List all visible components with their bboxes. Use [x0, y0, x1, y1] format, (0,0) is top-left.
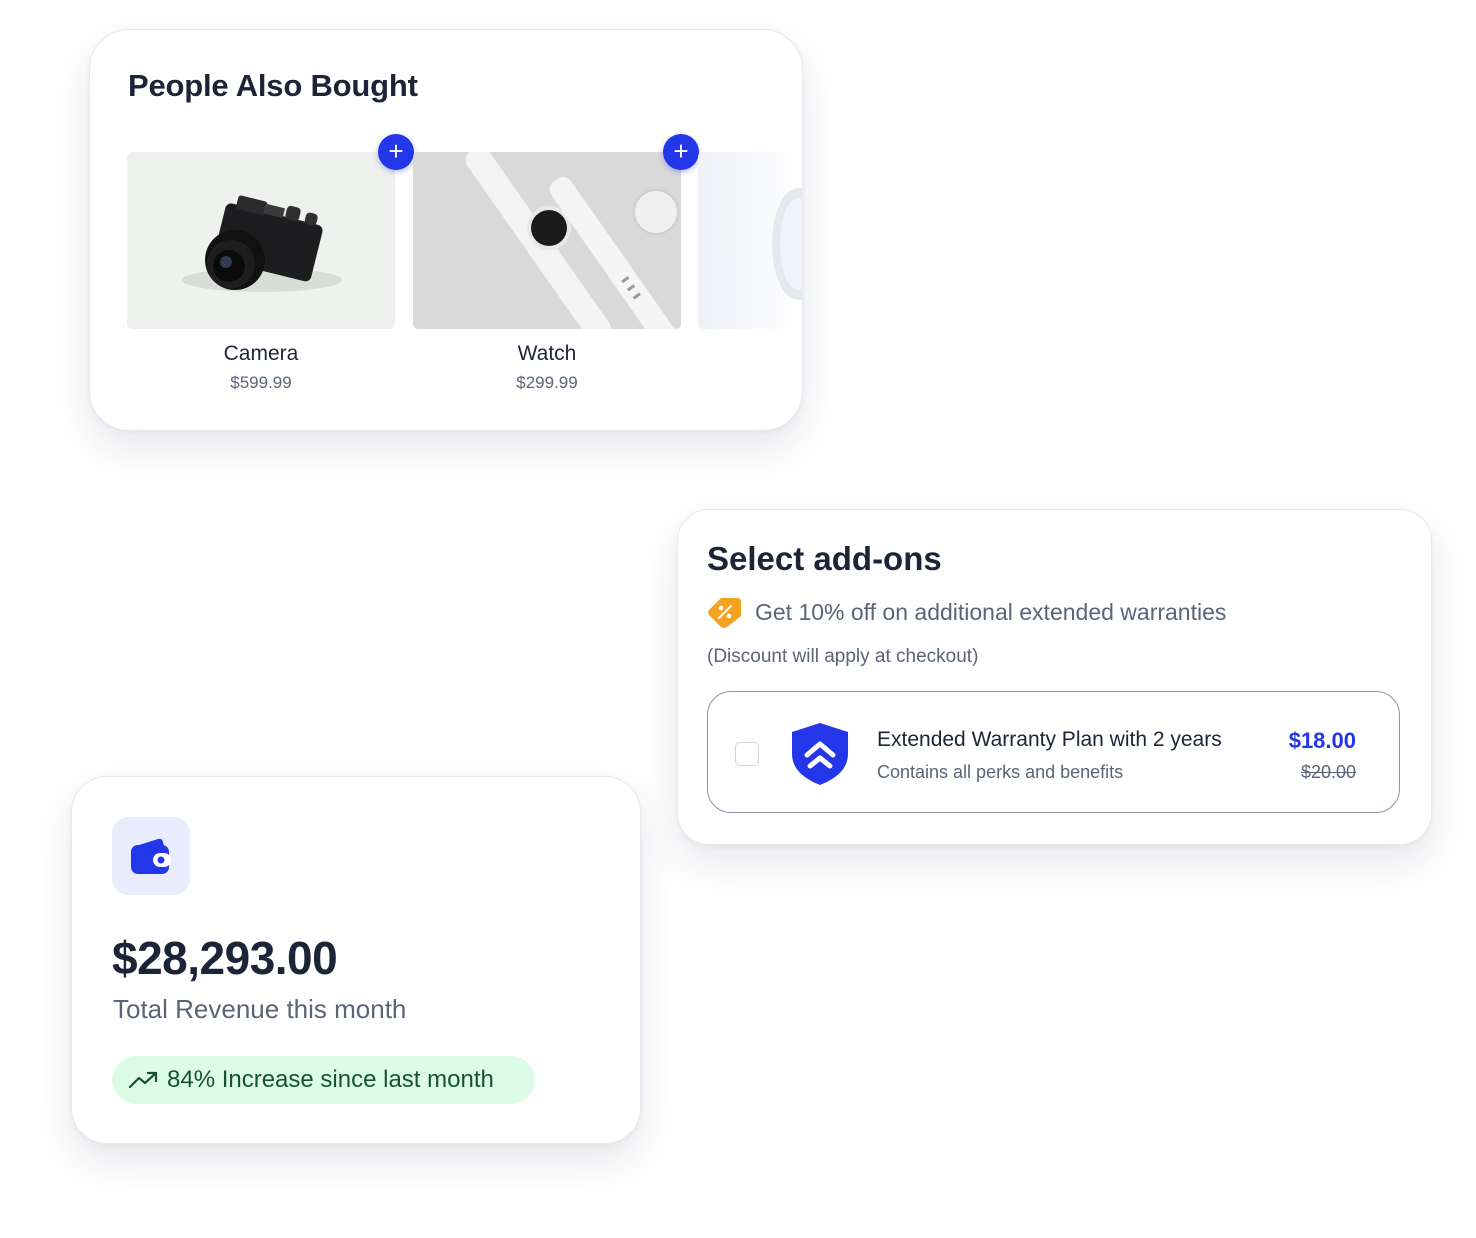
add-camera-button[interactable]: + [378, 134, 414, 170]
wallet-icon [131, 838, 171, 874]
product-card-watch[interactable]: Watch $299.99 [413, 152, 681, 393]
product-price: $599.99 [230, 373, 292, 392]
promo-line: Get 10% off on additional extended warra… [707, 596, 1226, 628]
product-card-camera[interactable]: Camera $599.99 [127, 152, 395, 393]
promo-text: Get 10% off on additional extended warra… [755, 598, 1227, 625]
warranty-name: Extended Warranty Plan with 2 years [877, 728, 1222, 751]
revenue-card: $28,293.00 Total Revenue this month 84% … [71, 776, 641, 1144]
product-price: $299.99 [516, 373, 578, 392]
people-also-bought-card: People Also Bought Camera $599.99 + Watc… [89, 29, 803, 431]
add-watch-button[interactable]: + [663, 134, 699, 170]
trending-up-icon [129, 1071, 158, 1089]
revenue-amount: $28,293.00 [112, 932, 338, 984]
warranty-checkbox[interactable] [735, 742, 759, 766]
warranty-original-price: $20.00 [1300, 762, 1356, 782]
discount-tag-icon [708, 598, 741, 628]
camera-image [182, 195, 342, 292]
warranty-price: $18.00 [1288, 728, 1356, 753]
wallet-icon-box [112, 817, 190, 895]
product-image-camera[interactable] [127, 152, 395, 329]
product-name: Camera [223, 342, 299, 365]
partial-product-image [772, 188, 802, 300]
revenue-label: Total Revenue this month [113, 994, 407, 1024]
growth-badge-text: 84% Increase since last month [167, 1066, 494, 1093]
addons-title: Select add-ons [707, 540, 942, 577]
growth-badge: 84% Increase since last month [112, 1056, 535, 1104]
product-name: Watch [517, 342, 577, 365]
section-title: People Also Bought [128, 68, 418, 103]
product-image-watch[interactable] [413, 152, 681, 329]
discount-note: (Discount will apply at checkout) [707, 646, 979, 667]
select-addons-card: Select add-ons Get 10% off on additional… [677, 509, 1432, 845]
warranty-description: Contains all perks and benefits [877, 762, 1124, 782]
shield-chevrons-up-icon [792, 723, 848, 785]
next-product-peek[interactable] [698, 152, 802, 329]
warranty-option[interactable]: Extended Warranty Plan with 2 years Cont… [707, 691, 1400, 813]
watch-image [465, 152, 679, 329]
